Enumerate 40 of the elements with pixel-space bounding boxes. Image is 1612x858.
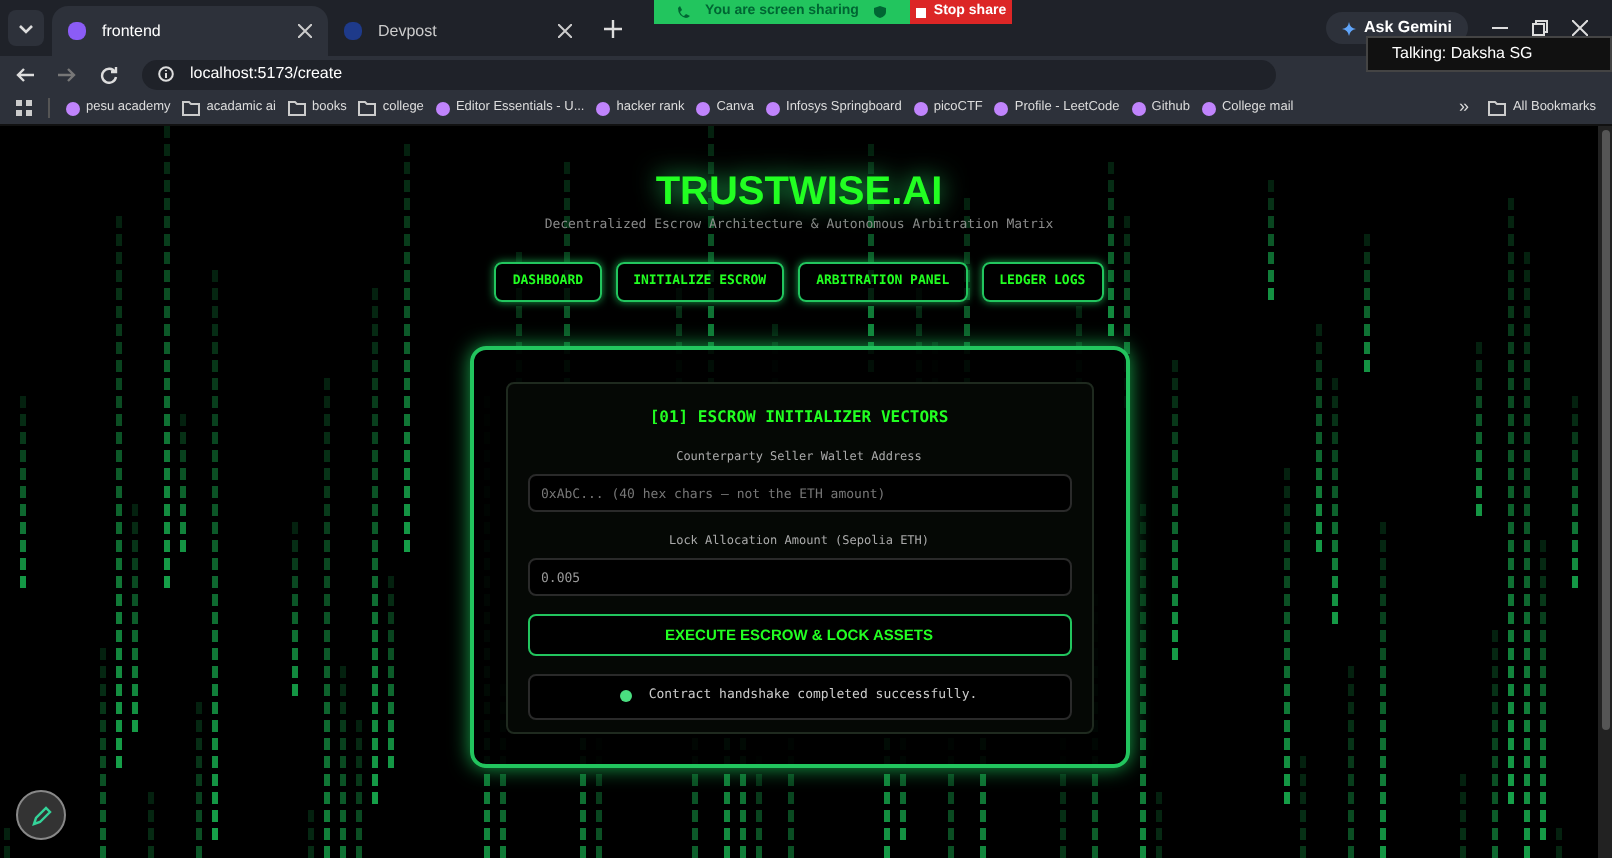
close-icon[interactable] [1572,20,1588,36]
close-tab-icon[interactable] [298,24,312,38]
address-bar[interactable]: localhost:5173/create [142,59,1276,89]
site-icon [913,101,928,115]
site-icon [1201,101,1216,115]
site-icon [994,101,1009,115]
back-icon[interactable] [16,65,34,83]
tab-search-button[interactable] [8,10,44,46]
site-icon [435,101,450,115]
info-icon [158,66,174,82]
reload-icon[interactable] [100,65,118,83]
form-heading: [01] ESCROW INITIALIZER VECTORS [647,405,951,430]
folder-icon [1488,100,1507,116]
close-tab-icon[interactable] [558,24,572,38]
folder-icon [182,100,201,116]
shield-icon [874,6,887,18]
site-icon [696,101,711,115]
tooltip: Talking: Daksha SG [1366,36,1612,72]
pencil-icon [31,805,51,825]
scrollbar[interactable] [1598,126,1612,858]
site-icon [1131,101,1146,115]
site-icon [66,101,80,115]
browser-tab[interactable]: Devpost [328,6,588,56]
sparkle-icon [1341,21,1356,35]
phone-icon [677,6,690,18]
site-icon [596,101,611,115]
site-icon [766,101,781,115]
new-tab-icon[interactable] [604,19,622,37]
browser-tab[interactable]: frontend [52,6,328,56]
stop-icon [915,7,926,17]
restore-icon[interactable] [1532,20,1548,36]
caret-icon [18,23,34,33]
apps-icon[interactable] [16,100,32,116]
forward-icon[interactable] [58,65,76,83]
app-title: TRUSTWISE.AI [655,170,943,214]
more-bookmarks-button[interactable]: » [1458,94,1469,122]
folder-icon [358,100,377,116]
edit-button[interactable] [16,790,66,840]
folder-icon [287,100,306,116]
url-text: localhost:5173/create [190,62,343,86]
